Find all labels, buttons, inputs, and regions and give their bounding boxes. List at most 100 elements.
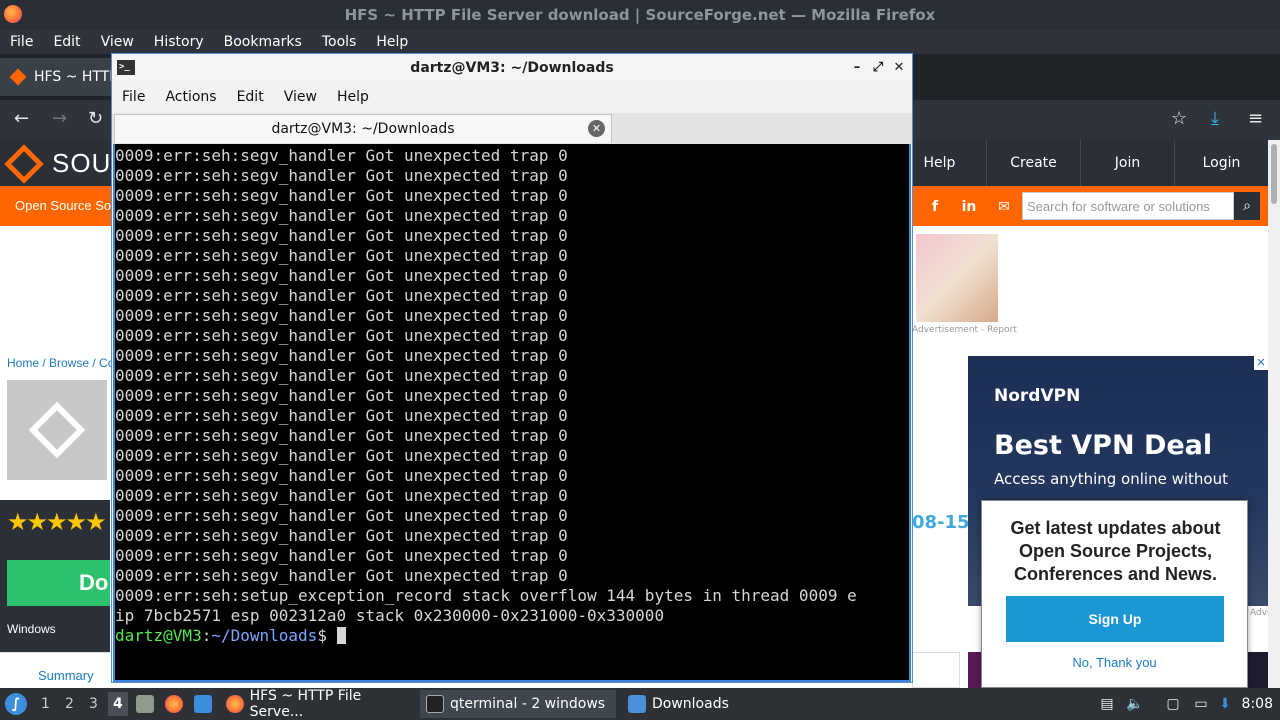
os-label: Windows xyxy=(7,622,56,636)
clipboard-icon[interactable]: ▤ xyxy=(1098,695,1116,713)
tab-summary[interactable]: Summary xyxy=(38,668,94,683)
terminal-icon[interactable]: >_ xyxy=(117,60,135,75)
newsletter-title: Get latest updates about Open Source Pro… xyxy=(1010,518,1221,584)
bookmark-star-icon[interactable]: ☆ xyxy=(1171,108,1187,129)
workspace-1[interactable]: 1 xyxy=(41,696,50,712)
tab-close-icon[interactable]: ✕ xyxy=(588,120,605,137)
sf-tab-item[interactable] xyxy=(912,652,960,688)
clock[interactable]: 8:08 xyxy=(1242,696,1273,712)
terminal-line: 0009:err:seh:segv_handler Got unexpected… xyxy=(115,406,568,425)
prompt-path: ~/Downloads xyxy=(211,626,318,645)
firefox-menu-file[interactable]: File xyxy=(0,34,43,50)
back-arrow-icon[interactable]: ← xyxy=(14,108,29,129)
facebook-icon[interactable]: f xyxy=(922,194,948,220)
qterminal-tab-title: dartz@VM3: ~/Downloads xyxy=(271,121,455,137)
volume-icon[interactable]: 🔈 xyxy=(1126,695,1144,713)
prompt-separator: : xyxy=(201,626,212,645)
task-downloads[interactable]: Downloads xyxy=(622,690,818,718)
download-button[interactable]: Do xyxy=(7,560,110,606)
task-downloads-label: Downloads xyxy=(652,696,729,712)
signup-button[interactable]: Sign Up xyxy=(1006,596,1224,642)
firefox-menu-help[interactable]: Help xyxy=(366,34,418,50)
firefox-tab-title: HFS ~ HTTP xyxy=(34,69,118,85)
terminal-line: 0009:err:seh:setup_exception_record stac… xyxy=(115,586,857,605)
firefox-launcher-icon[interactable] xyxy=(165,695,183,713)
qterminal-menu-view[interactable]: View xyxy=(274,89,327,105)
terminal-output: 0009:err:seh:segv_handler Got unexpected… xyxy=(115,146,857,646)
workspace-3[interactable]: 3 xyxy=(89,696,98,712)
linkedin-icon[interactable]: in xyxy=(956,194,982,220)
sf-nav-login[interactable]: Login xyxy=(1174,140,1268,186)
firefox-icon xyxy=(4,5,22,23)
firefox-titlebar[interactable]: HFS ~ HTTP File Server download | Source… xyxy=(0,0,1280,30)
task-firefox-label: HFS ~ HTTP File Serve... xyxy=(249,688,362,720)
decline-link[interactable]: No, Thank you xyxy=(982,655,1247,670)
terminal-line: 0009:err:seh:segv_handler Got unexpected… xyxy=(115,186,568,205)
workspace-4[interactable]: 4 xyxy=(108,692,128,716)
terminal-icon xyxy=(426,695,444,713)
close-icon[interactable]: ✕ xyxy=(890,58,908,76)
terminal-prompt[interactable]: dartz@VM3:~/Downloads$ xyxy=(115,626,857,646)
email-icon[interactable]: ✉ xyxy=(991,194,1017,220)
ad-caption[interactable]: Advertisement - Report xyxy=(912,325,1017,335)
hamburger-menu-icon[interactable]: ≡ xyxy=(1248,108,1263,129)
reload-icon[interactable]: ↻ xyxy=(88,108,103,129)
firefox-menu-tools[interactable]: Tools xyxy=(312,34,367,50)
search-icon[interactable]: ⌕ xyxy=(1234,192,1260,220)
terminal-console[interactable]: 0009:err:seh:segv_handler Got unexpected… xyxy=(113,144,911,682)
ad-caption-side: Advertisement xyxy=(1250,608,1268,618)
ad-image[interactable] xyxy=(916,234,998,322)
sf-tagline[interactable]: Open Source So xyxy=(15,198,111,213)
terminal-line: 0009:err:seh:segv_handler Got unexpected… xyxy=(115,486,568,505)
terminal-line: 0009:err:seh:segv_handler Got unexpected… xyxy=(115,306,568,325)
prompt-symbol: $ xyxy=(317,626,327,645)
terminal-line: 0009:err:seh:segv_handler Got unexpected… xyxy=(115,466,568,485)
sf-nav-join[interactable]: Join xyxy=(1080,140,1174,186)
network-icon[interactable]: ▭ xyxy=(1192,695,1210,713)
terminal-line: 0009:err:seh:segv_handler Got unexpected… xyxy=(115,446,568,465)
qterminal-menu-actions[interactable]: Actions xyxy=(155,89,226,105)
maximize-icon[interactable]: ⤢ xyxy=(869,58,887,76)
sf-nav: Help Create Join Login xyxy=(892,140,1268,186)
terminal-line: 0009:err:seh:segv_handler Got unexpected… xyxy=(115,546,568,565)
qterminal-menubar: File Actions Edit View Help xyxy=(112,81,912,113)
task-firefox[interactable]: HFS ~ HTTP File Serve... xyxy=(220,688,416,720)
task-qterminal[interactable]: qterminal - 2 windows xyxy=(420,690,616,718)
terminal-line: 0009:err:seh:segv_handler Got unexpected… xyxy=(115,146,568,165)
sourceforge-logo-icon[interactable] xyxy=(4,144,44,184)
firefox-menubar: File Edit View History Bookmarks Tools H… xyxy=(0,30,1280,54)
ad-close-icon[interactable]: ✕ xyxy=(1254,356,1268,370)
forward-arrow-icon[interactable]: → xyxy=(52,108,67,129)
update-notifier-icon[interactable]: ⬇ xyxy=(1216,695,1234,713)
terminal-line: 0009:err:seh:segv_handler Got unexpected… xyxy=(115,286,568,305)
show-desktop-icon[interactable] xyxy=(136,695,154,713)
sourceforge-favicon-icon xyxy=(9,68,27,86)
workspace-2[interactable]: 2 xyxy=(65,696,74,712)
firefox-menu-history[interactable]: History xyxy=(144,34,214,50)
breadcrumb[interactable]: Home / Browse / Co xyxy=(7,356,114,370)
firefox-menu-edit[interactable]: Edit xyxy=(43,34,90,50)
terminal-line: 0009:err:seh:segv_handler Got unexpected… xyxy=(115,206,568,225)
qterminal-menu-edit[interactable]: Edit xyxy=(227,89,274,105)
hfs-logo-icon xyxy=(28,401,86,459)
firefox-menu-view[interactable]: View xyxy=(91,34,144,50)
qterminal-menu-file[interactable]: File xyxy=(112,89,155,105)
sf-nav-create[interactable]: Create xyxy=(986,140,1080,186)
terminal-line: 0009:err:seh:segv_handler Got unexpected… xyxy=(115,246,568,265)
qterminal-titlebar[interactable]: >_ dartz@VM3: ~/Downloads – ⤢ ✕ xyxy=(112,54,912,81)
minimize-icon[interactable]: – xyxy=(848,58,866,76)
qterminal-menu-help[interactable]: Help xyxy=(327,89,379,105)
qterminal-tab[interactable]: dartz@VM3: ~/Downloads ✕ xyxy=(114,114,612,143)
prompt-user: dartz@VM3 xyxy=(115,626,202,645)
terminal-line: 0009:err:seh:segv_handler Got unexpected… xyxy=(115,266,568,285)
qterminal-window-title: dartz@VM3: ~/Downloads xyxy=(410,59,614,76)
notes-icon[interactable]: ▢ xyxy=(1164,695,1182,713)
sf-search-input[interactable]: Search for software or solutions xyxy=(1022,192,1234,220)
page-scrollbar[interactable] xyxy=(1268,140,1280,688)
downloads-icon[interactable]: ⤓ xyxy=(1211,108,1219,129)
firefox-menu-bookmarks[interactable]: Bookmarks xyxy=(214,34,312,50)
scrollbar-thumb[interactable] xyxy=(1271,144,1277,204)
start-menu-icon[interactable]: ∫ xyxy=(5,693,27,715)
file-manager-launcher-icon[interactable] xyxy=(194,695,212,713)
terminal-line: 0009:err:seh:segv_handler Got unexpected… xyxy=(115,566,568,585)
